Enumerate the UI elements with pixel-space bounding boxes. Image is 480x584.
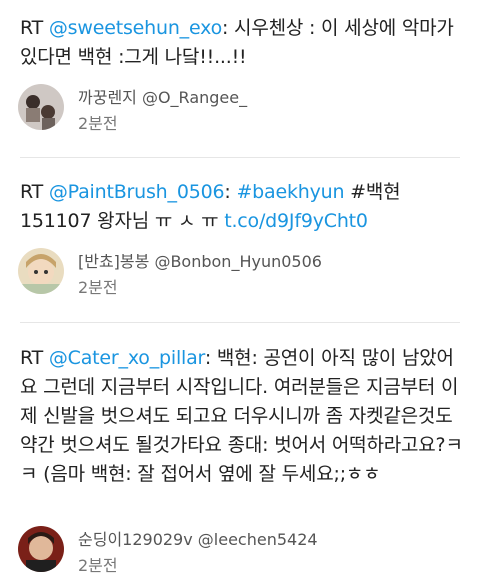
rt-label: RT — [20, 17, 49, 39]
tweet-text: RT @sweetsehun_exo: 시우첸상 : 이 세상에 악마가 있다면… — [20, 14, 470, 72]
rt-label: RT — [20, 181, 49, 203]
colon: : — [224, 181, 237, 203]
divider — [20, 322, 460, 323]
mention-link[interactable]: @Cater_xo_pillar — [49, 347, 205, 369]
timestamp: 2분전 — [78, 114, 118, 133]
hashtag-link[interactable]: #baekhyun — [236, 181, 344, 203]
url-link[interactable]: t.co/d9Jf9yCht0 — [224, 210, 368, 232]
avatar-image-icon — [18, 248, 64, 294]
rt-label: RT — [20, 347, 49, 369]
timestamp: 2분전 — [78, 278, 118, 297]
author-name[interactable]: [반쵸]봉봉 @Bonbon_Hyun0506 — [78, 248, 322, 272]
mention-link[interactable]: @sweetsehun_exo — [49, 17, 222, 39]
mention-link[interactable]: @PaintBrush_0506 — [49, 181, 225, 203]
avatar[interactable] — [18, 526, 64, 572]
timestamp: 2분전 — [78, 556, 118, 575]
tweet-text: RT @PaintBrush_0506: #baekhyun #백현 15110… — [20, 178, 470, 236]
avatar[interactable] — [18, 84, 64, 130]
avatar[interactable] — [18, 248, 64, 294]
divider — [20, 157, 460, 158]
author-name[interactable]: 까꿍렌지 @O_Rangee_ — [78, 84, 247, 108]
avatar-image-icon — [18, 526, 64, 572]
tweet-text: RT @Cater_xo_pillar: 백현: 공연이 아직 많이 남았어요 … — [20, 344, 470, 489]
avatar-image-icon — [18, 84, 64, 130]
author-name[interactable]: 순딩이129029v @leechen5424 — [78, 526, 318, 550]
